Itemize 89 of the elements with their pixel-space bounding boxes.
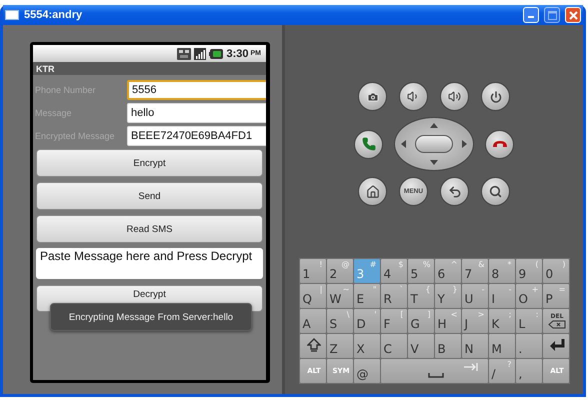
- keyboard-key[interactable]: 8 *: [488, 259, 514, 283]
- keyboard-key[interactable]: @: [354, 359, 380, 383]
- keyboard-key[interactable]: G ]: [408, 309, 434, 333]
- call-button[interactable]: [354, 130, 383, 158]
- keyboard-key[interactable]: 6 ^: [434, 259, 460, 283]
- shift-key[interactable]: [300, 334, 326, 358]
- enter-key[interactable]: [542, 334, 568, 358]
- keyboard-key[interactable]: C: [380, 334, 406, 358]
- end-call-button[interactable]: [485, 130, 514, 158]
- keyboard-key[interactable]: ,: [516, 359, 542, 383]
- keyboard-key[interactable]: 9 (: [516, 259, 542, 283]
- clock-time: 3:30: [226, 48, 248, 60]
- keyboard-key[interactable]: Q |: [300, 284, 326, 308]
- status-toast: Encrypting Message From Server:hello: [50, 303, 252, 331]
- space-icon: [428, 373, 444, 378]
- right-arrow-icon: [462, 140, 467, 148]
- shift-icon: [307, 338, 321, 352]
- keyboard-key[interactable]: V: [408, 334, 434, 358]
- search-button[interactable]: [481, 177, 510, 206]
- back-icon: [448, 184, 462, 198]
- text-field[interactable]: 5556: [127, 80, 266, 100]
- keyboard-key[interactable]: 0 ): [542, 259, 568, 283]
- keyboard-key[interactable]: R `: [380, 284, 406, 308]
- back-button[interactable]: [440, 177, 469, 206]
- keyboard-key[interactable]: .: [516, 334, 542, 358]
- camera-icon: [366, 90, 378, 102]
- volume-up-icon: [448, 90, 461, 103]
- text-field[interactable]: BEEE72470E69BA4FD1: [127, 126, 266, 146]
- battery-icon: [209, 48, 224, 58]
- power-icon: [490, 90, 502, 102]
- left-arrow-icon: [401, 140, 406, 148]
- keyboard-key[interactable]: 2 @: [326, 259, 352, 283]
- keyboard-key[interactable]: J >: [462, 309, 488, 333]
- keyboard-key[interactable]: 4 $: [380, 259, 406, 283]
- action-button[interactable]: Encrypt: [36, 149, 263, 177]
- keyboard-key[interactable]: Y }: [434, 284, 460, 308]
- keyboard-key[interactable]: 1 !: [300, 259, 326, 283]
- keyboard-key[interactable]: M: [488, 334, 514, 358]
- keyboard-key[interactable]: 7 &: [462, 259, 488, 283]
- keyboard-key[interactable]: 5 %: [408, 259, 434, 283]
- keyboard-key[interactable]: A: [300, 309, 326, 333]
- keyboard-key[interactable]: P =: [542, 284, 568, 308]
- keyboard-key[interactable]: H <: [434, 309, 460, 333]
- keyboard-key[interactable]: B: [434, 334, 460, 358]
- window-icon: [5, 10, 19, 20]
- keyboard-key[interactable]: W ~: [326, 284, 352, 308]
- keyboard-key[interactable]: S \: [326, 309, 352, 333]
- up-arrow-icon: [430, 123, 438, 128]
- keyboard-key[interactable]: E ": [354, 284, 380, 308]
- keyboard-key[interactable]: X: [354, 334, 380, 358]
- signal-icon: [194, 48, 206, 60]
- search-icon: [489, 185, 502, 198]
- keyboard-key[interactable]: F [: [380, 309, 406, 333]
- close-icon: [568, 10, 578, 20]
- keyboard-key[interactable]: T {: [408, 284, 434, 308]
- home-button[interactable]: [358, 177, 387, 206]
- volume-down-icon: [407, 90, 420, 103]
- message-field[interactable]: Paste Message here and Press Decrypt: [36, 248, 263, 279]
- keyboard-key[interactable]: D ': [354, 309, 380, 333]
- close-button[interactable]: [565, 7, 581, 23]
- keyboard-key[interactable]: K ;: [488, 309, 514, 333]
- keyboard-key[interactable]: / ?: [488, 359, 514, 383]
- keyboard-key[interactable]: I -: [488, 284, 514, 308]
- camera-button[interactable]: [358, 82, 387, 111]
- down-arrow-icon: [430, 160, 438, 165]
- home-icon: [366, 184, 380, 198]
- keyboard-key[interactable]: N: [462, 334, 488, 358]
- hang-up-icon: [492, 140, 508, 148]
- maximize-icon: [548, 10, 556, 20]
- enter-icon: [549, 339, 565, 351]
- phone-icon: [362, 137, 376, 151]
- keyboard-key[interactable]: L :: [516, 309, 542, 333]
- keyboard-key[interactable]: O +: [516, 284, 542, 308]
- power-button[interactable]: [481, 82, 510, 111]
- space-key[interactable]: [380, 359, 488, 383]
- window-title: 5554:andry: [24, 9, 84, 21]
- minimize-button[interactable]: [523, 7, 539, 23]
- keyboard-key[interactable]: U -: [462, 284, 488, 308]
- dpad-center-button[interactable]: [415, 135, 453, 153]
- action-button[interactable]: Read SMS: [36, 215, 263, 243]
- keyboard-key[interactable]: Z: [326, 334, 352, 358]
- network-icon: [177, 48, 192, 60]
- delete-icon: [548, 320, 566, 329]
- volume-down-button[interactable]: [399, 82, 428, 111]
- volume-up-button[interactable]: [440, 82, 469, 111]
- tab-arrow-icon: [464, 363, 478, 371]
- text-field[interactable]: hello: [127, 102, 266, 122]
- action-button[interactable]: Send: [36, 182, 263, 210]
- app-title: KTR: [36, 64, 54, 74]
